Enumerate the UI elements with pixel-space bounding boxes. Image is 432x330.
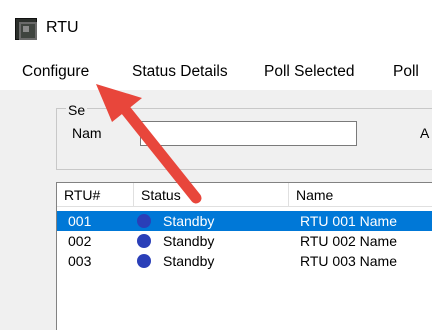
menu-item-configure[interactable]: Configure (22, 62, 89, 82)
menu-item-poll[interactable]: Poll (393, 62, 419, 82)
a-label: A (420, 125, 430, 141)
status-cell: Standby (163, 233, 215, 249)
name-cell: RTU 002 Name (300, 233, 398, 249)
name-cell: RTU 003 Name (300, 253, 398, 269)
app-window: RTU Configure Status Details Poll Select… (0, 0, 432, 330)
table-row[interactable]: 003 Standby RTU 003 Name (57, 251, 432, 271)
name-input[interactable] (140, 121, 357, 146)
menu-bar: Configure Status Details Poll Selected P… (0, 52, 432, 90)
status-dot-icon (137, 234, 151, 248)
menu-item-poll-selected[interactable]: Poll Selected (264, 62, 354, 82)
table-row[interactable]: 001 Standby RTU 001 Name (57, 211, 432, 231)
menu-item-status-details[interactable]: Status Details (132, 62, 228, 82)
status-cell: Standby (163, 253, 215, 269)
name-cell: RTU 001 Name (300, 213, 398, 229)
title-bar: RTU (0, 0, 432, 52)
column-header-name[interactable]: Name (289, 183, 432, 207)
list-header: RTU# Status Name (57, 183, 432, 207)
name-label: Nam (72, 125, 102, 141)
column-header-status[interactable]: Status (134, 183, 289, 207)
rtu-list[interactable]: RTU# Status Name 001 Standby RTU 001 Nam… (56, 182, 432, 330)
column-header-rtu[interactable]: RTU# (57, 183, 134, 207)
status-dot-icon (137, 254, 151, 268)
rtu-id-cell: 002 (68, 233, 92, 249)
search-group-label: Se (66, 102, 88, 118)
status-cell: Standby (163, 213, 215, 229)
table-row[interactable]: 002 Standby RTU 002 Name (57, 231, 432, 251)
status-dot-icon (137, 214, 151, 228)
app-window-icon (15, 18, 37, 40)
window-title: RTU (46, 19, 79, 36)
rtu-id-cell: 003 (68, 253, 92, 269)
rtu-id-cell: 001 (68, 213, 92, 229)
